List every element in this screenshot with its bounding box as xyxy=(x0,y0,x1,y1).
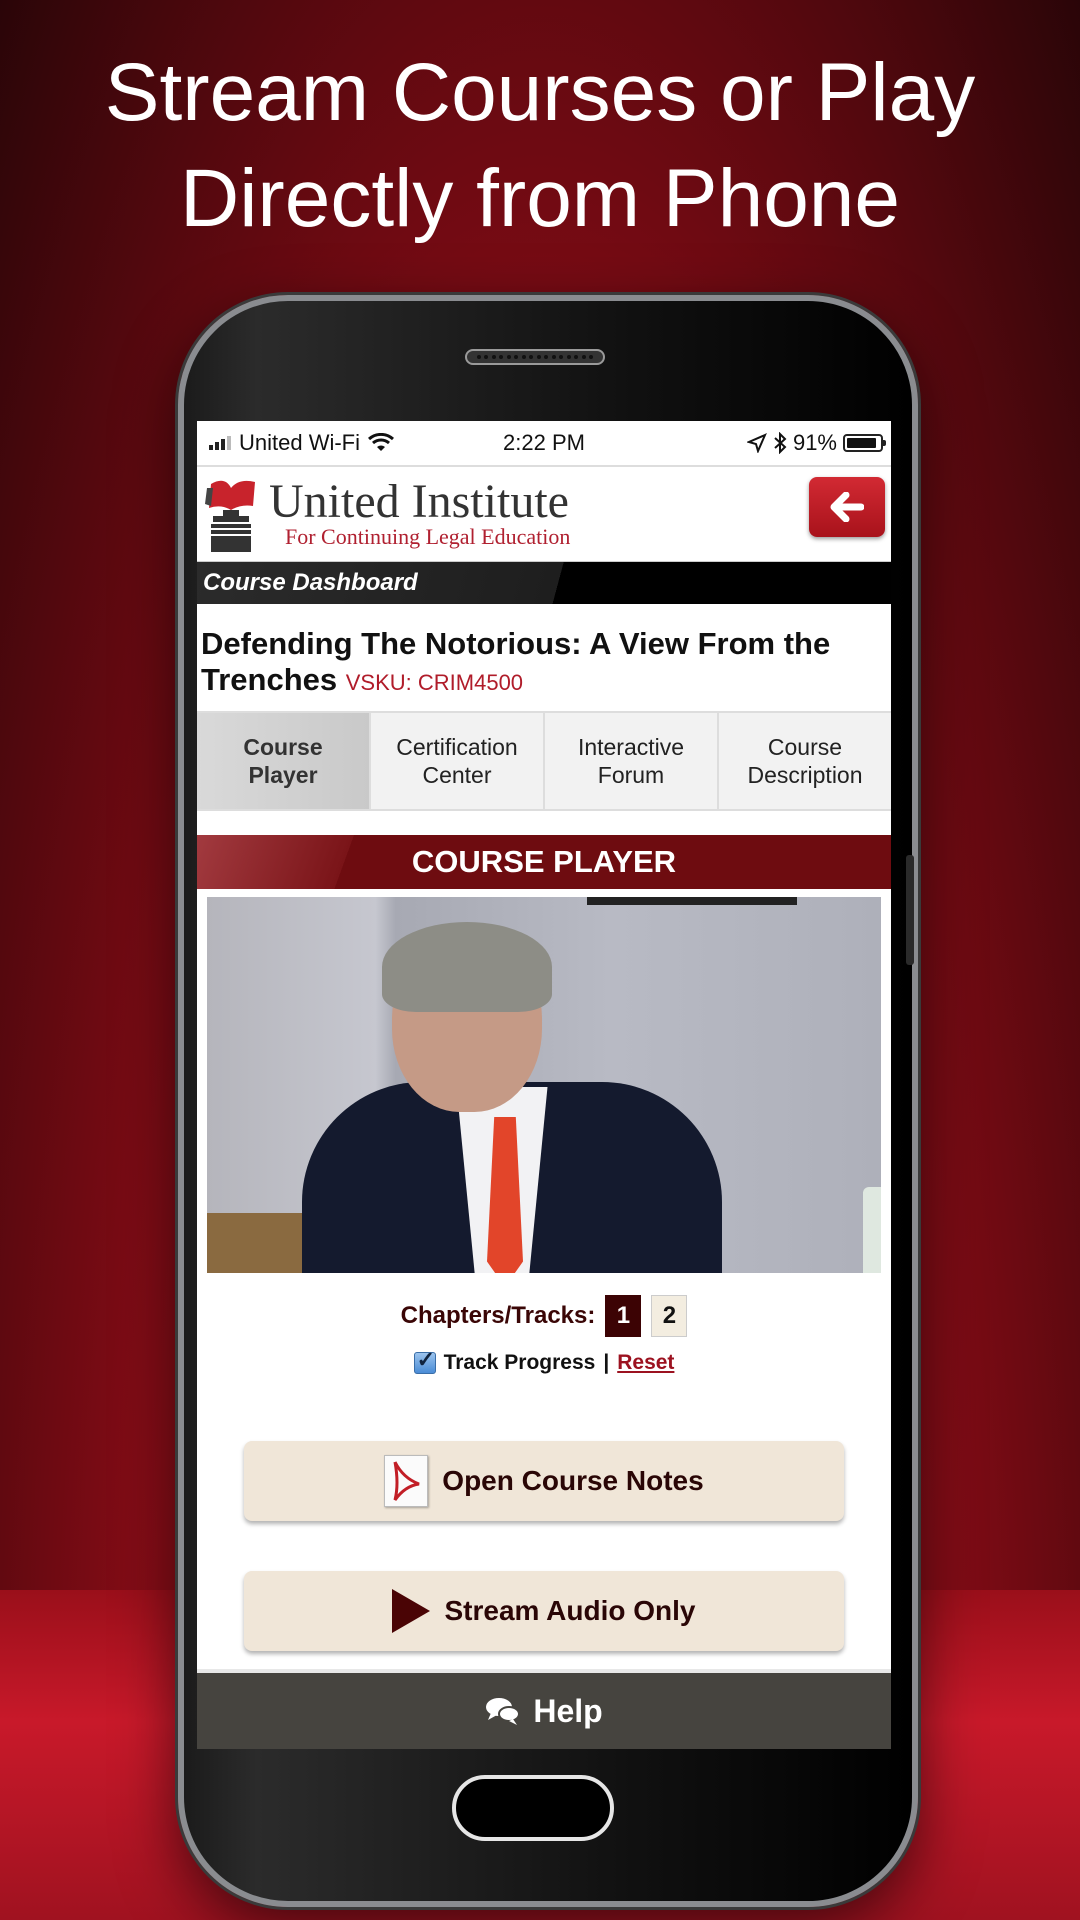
bluetooth-icon xyxy=(774,432,787,454)
carrier-name: United Wi-Fi xyxy=(239,430,361,455)
player-heading-text: COURSE PLAYER xyxy=(411,844,677,879)
promo-headline: Stream Courses or Play Directly from Pho… xyxy=(0,40,1080,252)
course-title: Defending The Notorious: A View From the… xyxy=(197,604,891,711)
dashboard-label: Course Dashboard xyxy=(203,569,418,596)
track-progress-row: Track Progress | Reset xyxy=(197,1347,891,1375)
arrow-left-icon xyxy=(830,492,864,522)
course-player-heading: COURSE PLAYER xyxy=(197,835,891,889)
chapter-selector: Chapters/Tracks: 1 2 xyxy=(197,1295,891,1337)
back-button[interactable] xyxy=(809,477,885,537)
track-progress-label: Track Progress xyxy=(443,1351,596,1374)
open-course-notes-label: Open Course Notes xyxy=(442,1465,704,1496)
brand-logo[interactable]: United Institute For Continuing Legal Ed… xyxy=(203,476,570,552)
tab-label-line-1: Course xyxy=(767,734,843,760)
video-player[interactable] xyxy=(207,897,881,1273)
help-button[interactable]: Help xyxy=(197,1669,891,1749)
status-bar: United Wi-Fi 2:22 PM 91% xyxy=(197,421,891,467)
headline-line-1: Stream Courses or Play xyxy=(104,47,976,138)
tab-label-line-2: Player xyxy=(248,762,318,788)
wifi-icon xyxy=(368,433,395,451)
chapters-label: Chapters/Tracks: xyxy=(400,1302,596,1329)
battery-icon xyxy=(843,434,886,452)
help-label: Help xyxy=(533,1692,603,1729)
stream-audio-label: Stream Audio Only xyxy=(444,1595,696,1626)
signal-icon xyxy=(209,436,231,450)
tab-course-player[interactable]: Course Player xyxy=(197,713,369,809)
video-water-bottle xyxy=(863,1187,881,1273)
video-wall-frame xyxy=(587,897,797,905)
open-course-notes-button[interactable]: Open Course Notes xyxy=(244,1441,844,1521)
tab-label-line-1: Interactive xyxy=(577,734,685,760)
chapter-button-2[interactable]: 2 xyxy=(651,1295,688,1337)
location-icon xyxy=(746,433,767,453)
tab-label-line-1: Course xyxy=(243,734,323,760)
tab-certification-center[interactable]: Certification Center xyxy=(369,713,543,809)
track-progress-checkbox[interactable] xyxy=(413,1347,436,1374)
tab-interactive-forum[interactable]: Interactive Forum xyxy=(543,713,717,809)
phone-speaker xyxy=(465,349,605,365)
phone-side-button xyxy=(906,855,914,965)
course-sku: VSKU: CRIM4500 xyxy=(345,670,524,695)
home-button[interactable] xyxy=(452,1775,614,1841)
separator: | xyxy=(603,1351,610,1374)
tab-label-line-2: Description xyxy=(747,762,863,788)
play-icon xyxy=(392,1589,431,1633)
chapter-button-1[interactable]: 1 xyxy=(605,1295,642,1337)
book-lectern-icon xyxy=(205,480,255,552)
headline-line-2: Directly from Phone xyxy=(179,153,901,244)
video-table xyxy=(207,1213,317,1273)
chat-bubbles-icon xyxy=(486,1698,521,1725)
course-dashboard-bar: Course Dashboard xyxy=(197,562,891,604)
tab-label-line-2: Center xyxy=(422,762,492,788)
app-header: United Institute For Continuing Legal Ed… xyxy=(197,467,891,562)
tab-label-line-1: Certification xyxy=(396,734,518,760)
tab-course-description[interactable]: Course Description xyxy=(717,713,891,809)
pdf-icon xyxy=(384,1455,429,1507)
course-tabs: Course Player Certification Center Interac… xyxy=(197,711,891,811)
tab-label-line-2: Forum xyxy=(597,762,665,788)
battery-percent: 91% xyxy=(792,430,837,455)
logo-title: United Institute xyxy=(269,475,569,528)
reset-link[interactable]: Reset xyxy=(617,1351,674,1375)
video-speaker-hair xyxy=(382,922,552,1012)
stream-audio-button[interactable]: Stream Audio Only xyxy=(244,1571,844,1651)
phone-screen: United Wi-Fi 2:22 PM 91% United Institut… xyxy=(197,421,891,1749)
logo-subtitle: For Continuing Legal Education xyxy=(285,524,571,549)
